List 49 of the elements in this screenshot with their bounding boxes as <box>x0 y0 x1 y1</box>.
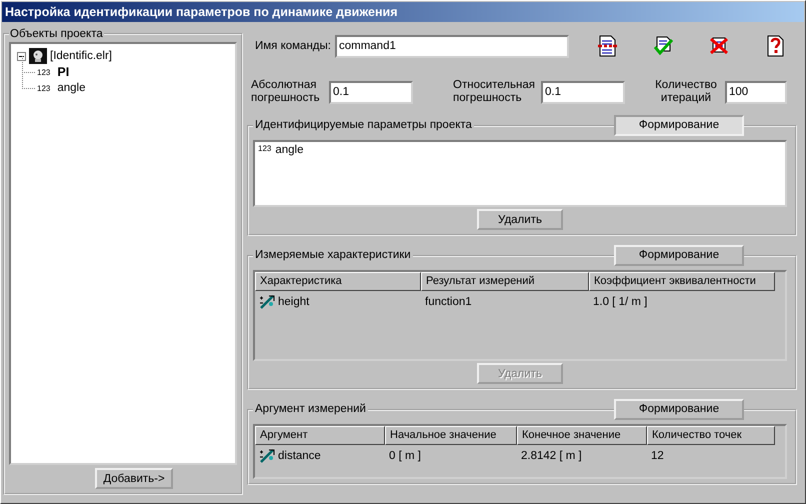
accept-icon[interactable] <box>652 35 673 57</box>
tree-item[interactable]: angle <box>57 82 86 94</box>
delete-icon[interactable] <box>708 35 729 57</box>
column-header[interactable]: Результат измерений <box>421 272 589 291</box>
table-cell-text: function1 <box>424 295 473 310</box>
type-label: 123 <box>258 144 272 153</box>
field-label: Относительная погрешность <box>453 79 535 105</box>
type-label: 123 <box>37 84 50 92</box>
help-icon[interactable] <box>764 35 785 57</box>
command-name-label: Имя команды: <box>255 40 331 52</box>
column-header[interactable]: Коэффициент эквивалентности <box>589 272 775 291</box>
table-cell-text: 0 [ m ] <box>388 449 422 464</box>
tree-connector <box>22 56 35 73</box>
table-cell: distance <box>278 450 321 462</box>
field-label: Количество итераций <box>654 79 718 105</box>
group-title: Идентифицируемые параметры проекта <box>253 119 474 131</box>
column-header[interactable]: Характеристика <box>255 272 421 291</box>
table-cell-text: 2.8142 [ m ] <box>520 449 583 464</box>
collapse-toggle-icon[interactable] <box>17 52 26 60</box>
add-button[interactable]: Добавить-> <box>95 468 173 489</box>
input-field[interactable]: 100 <box>725 80 787 104</box>
project-icon <box>29 48 47 64</box>
tree-connector <box>22 72 35 89</box>
tree-item[interactable]: [Identific.elr] <box>50 50 112 62</box>
column-header[interactable]: Аргумент <box>255 426 385 445</box>
group-title: Объекты проекта <box>9 28 104 40</box>
group-title: Аргумент измерений <box>253 403 368 415</box>
table-cell-text: 1.0 [ 1/ m ] <box>592 295 648 310</box>
column-header[interactable]: Конечное значение <box>517 426 647 445</box>
tree-item[interactable]: PI <box>57 65 70 79</box>
command-name-field[interactable]: command1 <box>334 34 569 58</box>
column-header[interactable]: Начальное значение <box>385 426 517 445</box>
table-cell-text: 12 <box>650 449 665 464</box>
measure-icon <box>259 294 276 310</box>
form-button[interactable]: Формирование <box>614 244 744 266</box>
form-button[interactable]: Формирование <box>614 398 744 420</box>
input-field[interactable]: 0.1 <box>541 80 625 104</box>
column-header[interactable]: Количество точек <box>647 426 775 445</box>
document-icon[interactable] <box>596 35 617 57</box>
type-label: 123 <box>37 68 50 76</box>
input-field[interactable]: 0.1 <box>329 80 413 104</box>
table-cell: height <box>278 296 310 308</box>
group-title: Измеряемые характеристики <box>253 249 413 261</box>
measure-icon <box>259 448 276 464</box>
field-label: Абсолютная погрешность <box>251 79 321 105</box>
delete-button[interactable]: Удалить <box>477 209 563 230</box>
list-item[interactable]: angle <box>275 144 304 156</box>
form-button[interactable]: Формирование <box>614 114 744 136</box>
window-title: Настройка идентификации параметров по динамике движения <box>2 2 804 22</box>
